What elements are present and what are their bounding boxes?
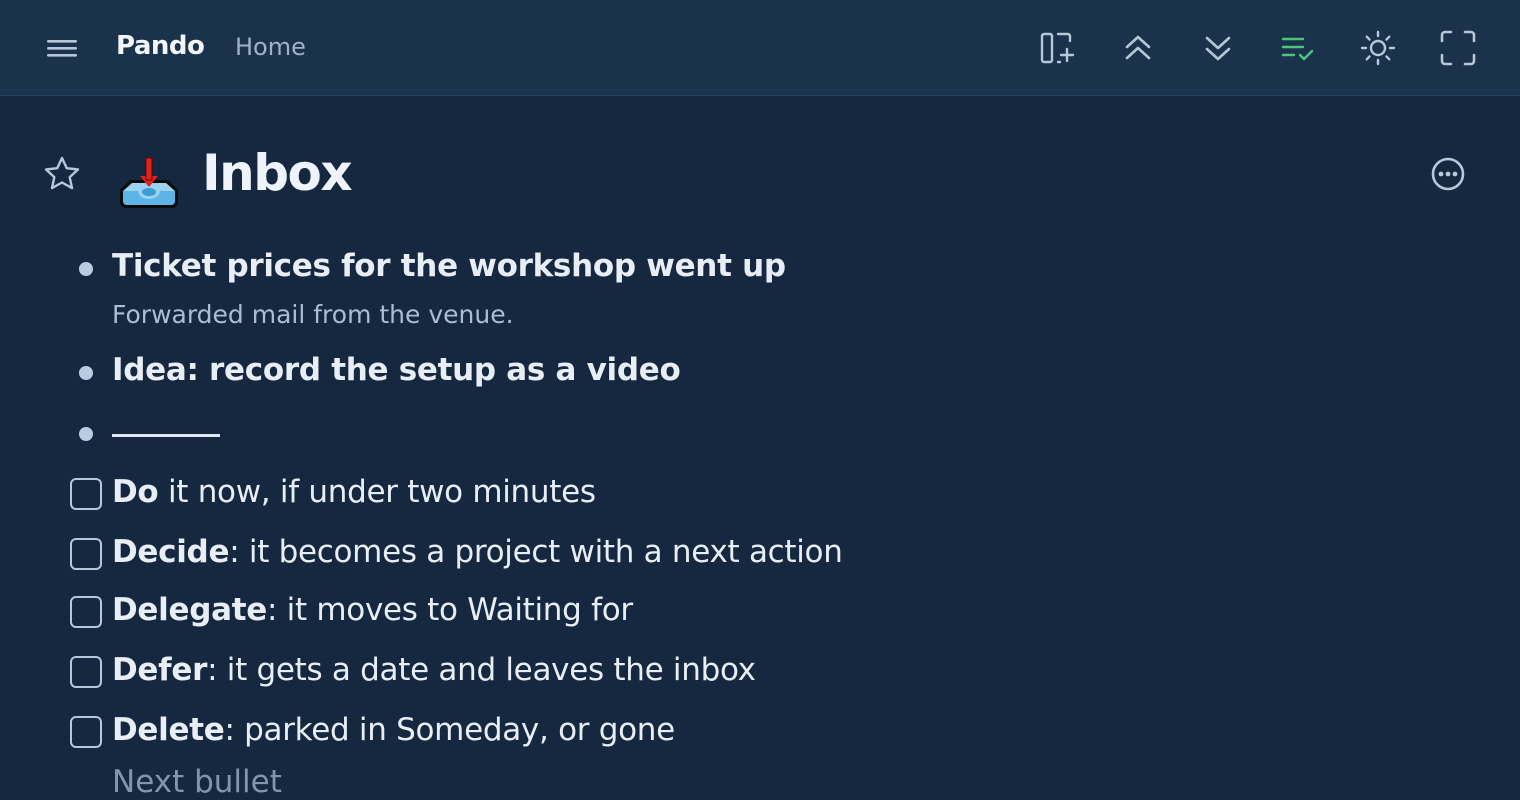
task-checkbox[interactable] — [70, 538, 102, 570]
breadcrumb-home[interactable]: Home — [235, 33, 306, 61]
task-checkbox[interactable] — [70, 478, 102, 510]
item-text[interactable]: Do it now, if under two minutes — [112, 474, 596, 510]
fullscreen-icon[interactable] — [1438, 28, 1478, 68]
menu-icon[interactable] — [44, 33, 80, 63]
item-note[interactable]: Forwarded mail from the venue. — [112, 300, 514, 329]
expand-all-icon[interactable] — [1198, 28, 1238, 68]
next-item-partial[interactable]: Next bullet — [112, 764, 282, 800]
task-description: : it becomes a project with a next actio… — [229, 534, 843, 570]
app-name[interactable]: Pando — [116, 31, 205, 61]
task-keyword: Delegate — [112, 592, 267, 628]
item-text[interactable]: Delegate: it moves to Waiting for — [112, 592, 633, 628]
task-description: : it moves to Waiting for — [266, 592, 633, 628]
task-keyword: Do — [112, 474, 159, 510]
bullet-icon[interactable] — [79, 262, 93, 276]
completed-toggle-icon[interactable] — [1278, 28, 1318, 68]
item-text[interactable]: Decide: it becomes a project with a next… — [112, 534, 843, 570]
task-keyword: Defer — [112, 652, 208, 688]
page-content: Inbox Ticket prices for the workshop wen… — [0, 96, 1520, 800]
task-description: it now, if under two minutes — [158, 474, 596, 510]
item-text[interactable]: Defer: it gets a date and leaves the inb… — [112, 652, 756, 688]
more-options-icon[interactable] — [1428, 154, 1468, 194]
task-description: : parked in Someday, or gone — [224, 712, 675, 748]
inbox-tray-icon — [116, 156, 182, 212]
app-header: Pando Home — [0, 0, 1520, 96]
task-checkbox[interactable] — [70, 656, 102, 688]
collapse-all-icon[interactable] — [1118, 28, 1158, 68]
task-description: : it gets a date and leaves the inbox — [207, 652, 756, 688]
task-keyword: Delete — [112, 712, 225, 748]
bullet-icon[interactable] — [79, 366, 93, 380]
task-checkbox[interactable] — [70, 596, 102, 628]
item-text[interactable]: Ticket prices for the workshop went up — [112, 248, 786, 284]
favorite-star-icon[interactable] — [42, 154, 82, 194]
item-text[interactable]: Delete: parked in Someday, or gone — [112, 712, 675, 748]
divider-line — [112, 434, 220, 437]
theme-toggle-icon[interactable] — [1358, 28, 1398, 68]
bullet-icon[interactable] — [79, 427, 93, 441]
task-checkbox[interactable] — [70, 716, 102, 748]
add-panel-icon[interactable] — [1038, 28, 1078, 68]
item-text[interactable]: Idea: record the setup as a video — [112, 352, 681, 388]
page-title[interactable]: Inbox — [202, 144, 353, 202]
task-keyword: Decide — [112, 534, 230, 570]
